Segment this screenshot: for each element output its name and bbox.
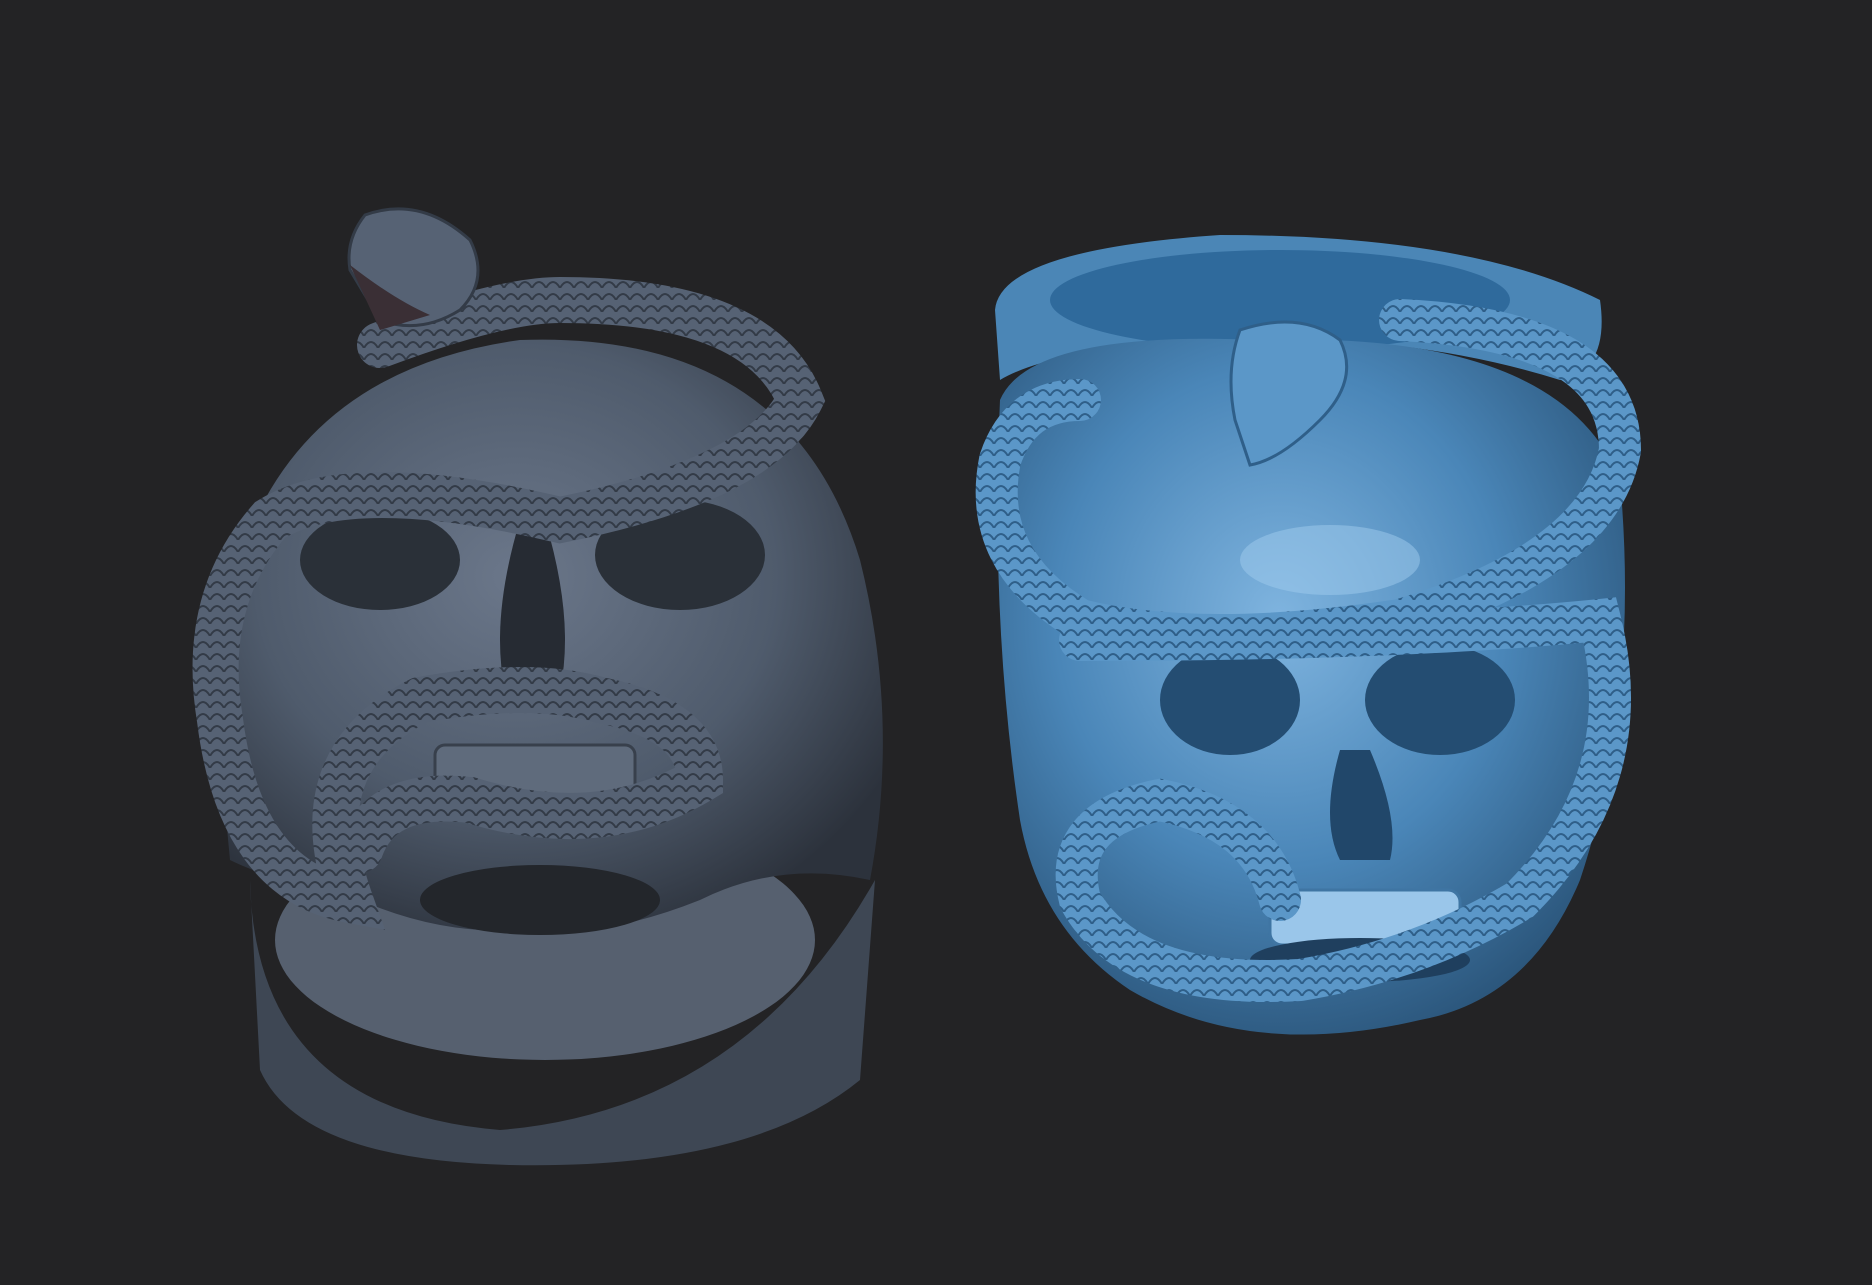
eye-socket-left-1 [300,510,460,610]
skull-highlight-right [1240,525,1420,595]
eye-socket-right-1 [1160,645,1300,755]
eye-socket-right-2 [1365,645,1515,755]
skull-ring-left [192,207,883,1166]
skull-ring-right [975,235,1642,1035]
jaw-gap-left [420,865,660,935]
render-canvas [192,207,1642,1166]
render-viewport [0,0,1872,1280]
